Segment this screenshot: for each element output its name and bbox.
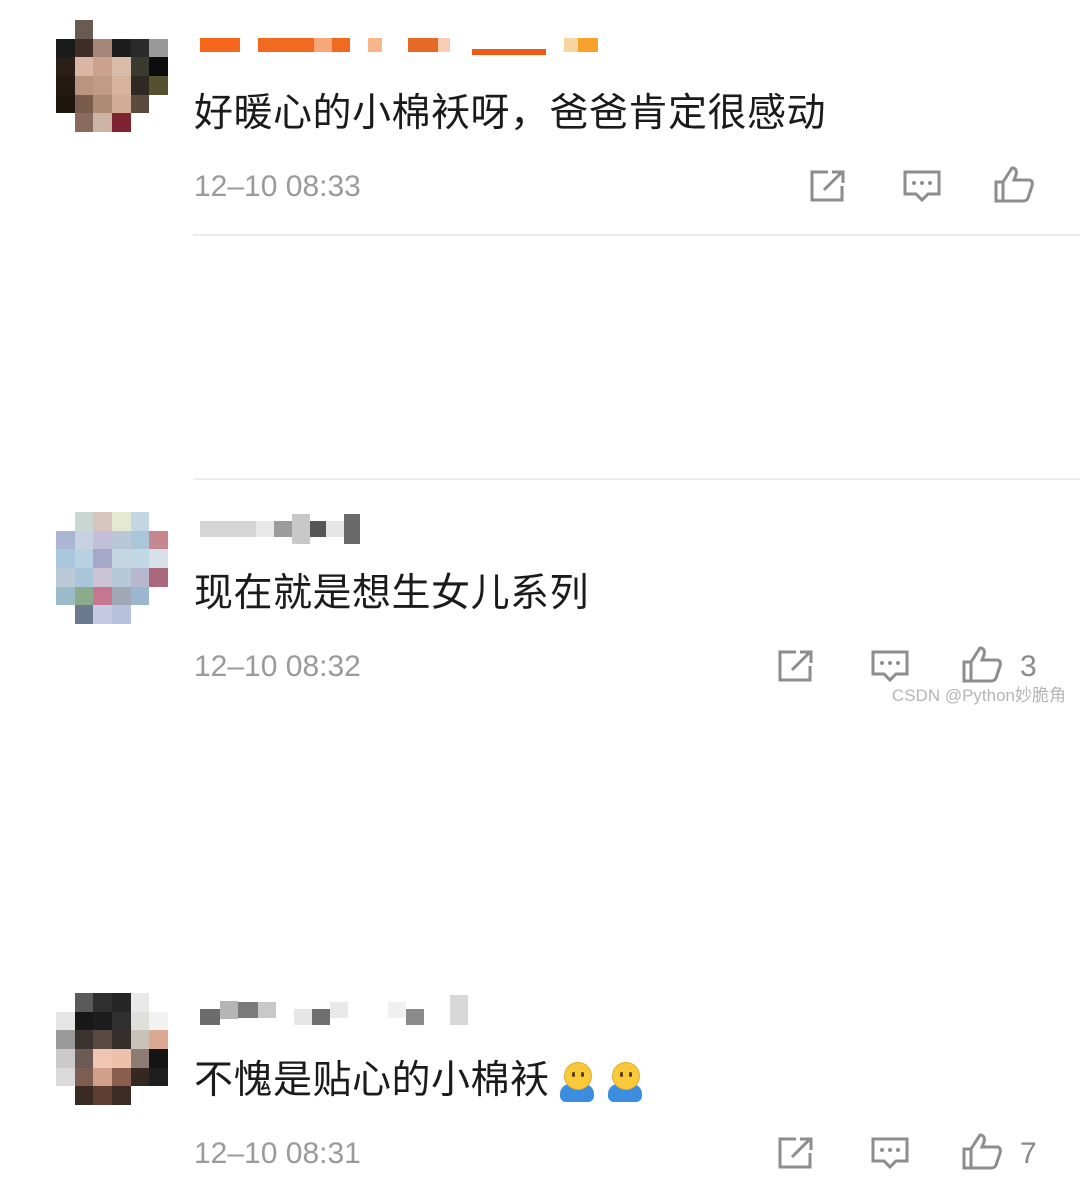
username-redacted[interactable]: [200, 995, 468, 1025]
comment-item: 不愧是贴心的小棉袄 12–10 08:31 7: [0, 479, 1080, 1170]
username-redacted[interactable]: [200, 30, 598, 60]
watermark: CSDN @Python妙脆角: [891, 686, 1066, 705]
comment-icon[interactable]: [868, 1133, 912, 1173]
share-icon[interactable]: [806, 166, 850, 206]
comment-text: 不愧是贴心的小棉袄: [194, 1049, 646, 1105]
avatar[interactable]: [56, 20, 168, 132]
comment-icon[interactable]: [900, 166, 944, 206]
share-icon[interactable]: [774, 1133, 818, 1173]
avatar[interactable]: [56, 993, 168, 1105]
hugging-face-emoji: [604, 1061, 646, 1104]
like-icon[interactable]: [960, 1131, 1004, 1171]
comment-text-body: 不愧是贴心的小棉袄: [194, 1058, 550, 1103]
comment-time: 12–10 08:31: [194, 1137, 361, 1170]
comment-text: 好暖心的小棉袄呀，爸爸肯定很感动: [194, 91, 827, 136]
like-icon[interactable]: [992, 164, 1036, 204]
comment-time: 12–10 08:33: [194, 170, 361, 203]
comment-item: 好暖心的小棉袄呀，爸爸肯定很感动 12–10 08:33: [0, 0, 1080, 236]
like-count: 7: [1020, 1137, 1037, 1170]
hugging-face-emoji: [556, 1061, 598, 1104]
comment-item: 现在就是想生女儿系列 12–10 08:32 3: [0, 236, 1080, 683]
